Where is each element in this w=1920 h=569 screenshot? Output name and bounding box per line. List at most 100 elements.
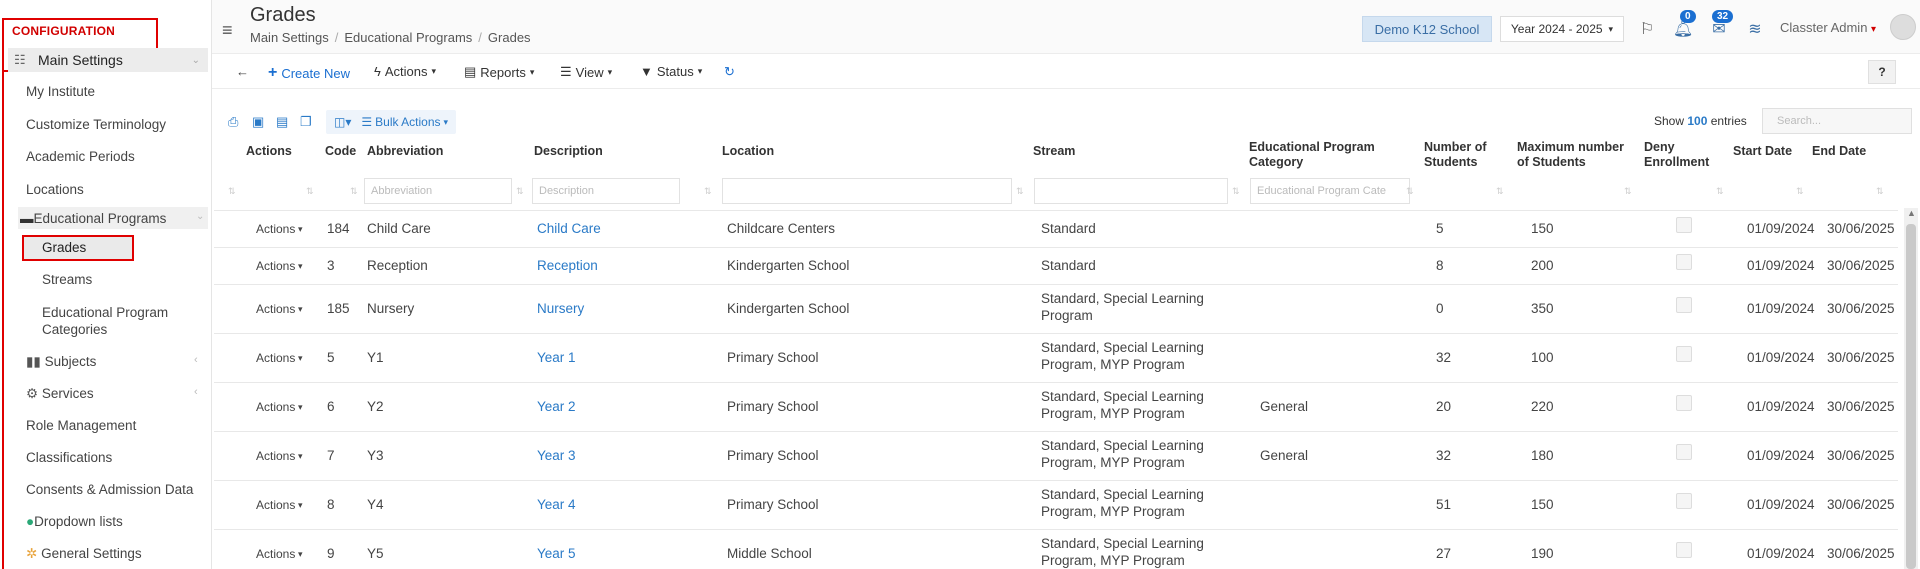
column-header-code[interactable]: Code — [325, 144, 356, 159]
description-link[interactable]: Child Care — [537, 220, 601, 237]
help-button[interactable]: ? — [1868, 60, 1896, 84]
sort-icon: ⇅ — [1406, 186, 1414, 196]
description-link[interactable]: Nursery — [537, 300, 584, 317]
description-link[interactable]: Year 2 — [537, 398, 576, 415]
create-new-label: Create New — [281, 65, 350, 81]
view-label: View — [575, 64, 604, 80]
deny-enrollment-checkbox[interactable] — [1676, 216, 1692, 233]
report-icon: ▤ — [464, 64, 477, 79]
deny-enrollment-checkbox[interactable] — [1676, 541, 1692, 558]
location-cell: Kindergarten School — [727, 300, 850, 316]
column-header-location[interactable]: Location — [722, 144, 774, 159]
export-excel-icon[interactable]: ▣ — [252, 114, 264, 130]
row-actions-button[interactable]: Actions — [256, 497, 295, 514]
sidebar-item-streams[interactable]: Streams — [42, 272, 92, 287]
sidebar-item-locations[interactable]: Locations — [26, 182, 84, 197]
column-header-deny-enrollment[interactable]: Deny Enrollment — [1644, 140, 1709, 170]
sidebar-item-classifications[interactable]: Classifications — [26, 450, 112, 465]
reports-menu-button[interactable]: ▤ Reports ▾ — [464, 64, 534, 80]
sidebar-item-role-management[interactable]: Role Management — [26, 418, 136, 433]
scrollbar-thumb[interactable] — [1906, 224, 1916, 569]
deny-enrollment-checkbox[interactable] — [1676, 492, 1692, 509]
abbreviation-cell: Reception — [367, 257, 428, 273]
row-actions-button[interactable]: Actions — [256, 448, 295, 465]
status-menu-button[interactable]: ▼ Status ▾ — [640, 64, 702, 79]
stack-icon[interactable]: ≋ — [1742, 16, 1768, 42]
description-filter-input[interactable]: Description — [532, 178, 680, 204]
stream-filter-input[interactable] — [1034, 178, 1228, 204]
location-cell: Primary School — [727, 349, 819, 365]
deny-enrollment-checkbox[interactable] — [1676, 253, 1692, 270]
max-students-cell: 100 — [1531, 349, 1554, 365]
create-new-button[interactable]: + Create New — [268, 64, 350, 82]
view-menu-button[interactable]: ☰ View ▾ — [560, 64, 612, 80]
scroll-up-icon[interactable]: ▲ — [1907, 208, 1916, 218]
location-filter-input[interactable] — [722, 178, 1012, 204]
ep-category-filter-input[interactable]: Educational Program Cate — [1250, 178, 1410, 204]
export-pdf-icon[interactable]: ▤ — [276, 114, 288, 130]
deny-enrollment-checkbox[interactable] — [1676, 296, 1692, 313]
bolt-icon: ϟ — [374, 64, 381, 79]
breadcrumb-item[interactable]: Educational Programs — [344, 30, 472, 45]
column-header-max-students[interactable]: Maximum number of Students — [1517, 140, 1627, 170]
sidebar-item-grades[interactable]: Grades — [42, 240, 86, 255]
column-header-ep-category[interactable]: Educational Program Category — [1249, 140, 1389, 170]
row-actions-button[interactable]: Actions — [256, 221, 295, 238]
deny-enrollment-checkbox[interactable] — [1676, 394, 1692, 411]
row-actions-button[interactable]: Actions — [256, 546, 295, 563]
breadcrumb-item[interactable]: Main Settings — [250, 30, 329, 45]
school-selector-button[interactable]: Demo K12 School — [1362, 16, 1492, 42]
refresh-icon[interactable]: ↻ — [724, 64, 735, 80]
avatar[interactable] — [1890, 14, 1916, 40]
sidebar-main-settings[interactable]: ☷ Main Settings ⌄ — [8, 48, 208, 72]
row-actions-button[interactable]: Actions — [256, 350, 295, 367]
entries-count[interactable]: 100 — [1687, 114, 1707, 128]
flag-icon[interactable]: ⚐ — [1634, 16, 1660, 42]
row-actions-button[interactable]: Actions — [256, 301, 295, 318]
sidebar-item-academic-periods[interactable]: Academic Periods — [26, 149, 135, 164]
user-menu[interactable]: Classter Admin ▾ — [1780, 20, 1876, 35]
sidebar-item-general-settings[interactable]: ✲ General Settings — [26, 546, 142, 562]
description-link[interactable]: Year 3 — [537, 447, 576, 464]
sidebar-item-customize-terminology[interactable]: Customize Terminology — [26, 117, 166, 132]
year-selector[interactable]: Year 2024 - 2025 ▾ — [1500, 16, 1624, 42]
deny-enrollment-checkbox[interactable] — [1676, 443, 1692, 460]
description-link[interactable]: Year 5 — [537, 545, 576, 562]
hamburger-menu-icon[interactable]: ≡ — [222, 20, 233, 41]
search-input[interactable]: Search... — [1762, 108, 1912, 134]
column-header-number-of-students[interactable]: Number of Students — [1424, 140, 1494, 170]
column-header-actions[interactable]: Actions — [246, 144, 292, 159]
configuration-title: CONFIGURATION — [12, 24, 116, 38]
bulk-actions-button[interactable]: ◫▾ ☰ Bulk Actions ▾ — [326, 110, 457, 134]
sidebar-item-subjects[interactable]: ▮▮ Subjects — [26, 354, 96, 370]
entries-selector[interactable]: Show 100 entries — [1654, 114, 1747, 128]
column-header-start-date[interactable]: Start Date — [1733, 144, 1792, 159]
description-link[interactable]: Year 4 — [537, 496, 576, 513]
actions-menu-button[interactable]: ϟ Actions ▾ — [374, 64, 436, 79]
description-link[interactable]: Reception — [537, 257, 598, 274]
abbreviation-filter-input[interactable]: Abbreviation — [364, 178, 512, 204]
sidebar-item-my-institute[interactable]: My Institute — [26, 84, 95, 99]
ep-category-cell: General — [1260, 447, 1309, 463]
row-actions-button[interactable]: Actions — [256, 258, 295, 275]
sidebar-item-consents-admission-data[interactable]: Consents & Admission Data — [26, 482, 193, 497]
column-header-stream[interactable]: Stream — [1033, 144, 1075, 159]
column-header-end-date[interactable]: End Date — [1812, 144, 1866, 159]
copy-icon[interactable]: ❐ — [300, 114, 312, 130]
row-actions-button[interactable]: Actions — [256, 399, 295, 416]
column-header-abbreviation[interactable]: Abbreviation — [367, 144, 443, 159]
sort-icon: ⇅ — [1716, 186, 1724, 196]
vertical-scrollbar[interactable]: ▲ — [1904, 208, 1918, 569]
deny-enrollment-checkbox[interactable] — [1676, 345, 1692, 362]
print-icon[interactable]: ⎙ — [228, 114, 238, 130]
sort-icon: ⇅ — [306, 186, 314, 196]
sidebar-item-educational-program-categories[interactable]: Educational Program Categories — [42, 304, 182, 338]
sidebar-item-educational-programs[interactable]: ▬Educational Programs — [20, 211, 166, 226]
column-header-description[interactable]: Description — [534, 144, 603, 159]
description-link[interactable]: Year 1 — [537, 349, 576, 366]
gears-icon: ✲ — [26, 546, 38, 561]
sidebar-item-dropdown-lists[interactable]: ●Dropdown lists — [26, 514, 123, 529]
sidebar-item-services[interactable]: ⚙ Services — [26, 386, 94, 402]
back-arrow-icon[interactable]: ← — [236, 64, 249, 79]
max-students-cell: 220 — [1531, 398, 1554, 414]
